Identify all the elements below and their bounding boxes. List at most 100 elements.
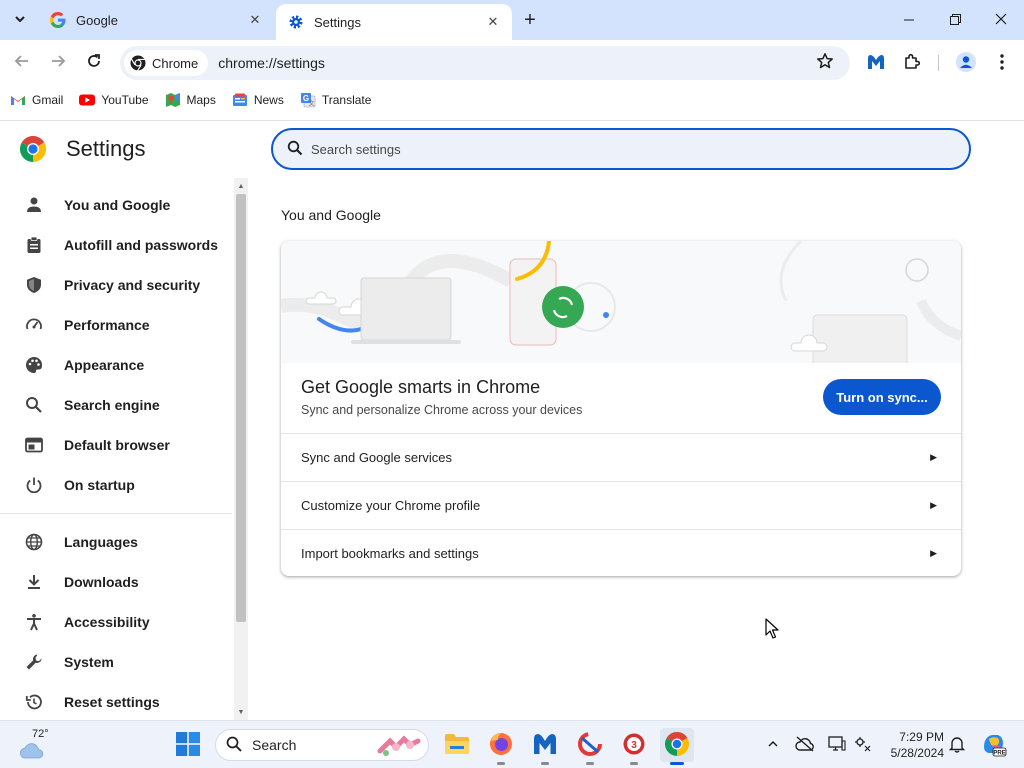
new-tab-button[interactable]: + bbox=[518, 8, 542, 32]
more-vertical-icon bbox=[1000, 53, 1004, 73]
gmail-icon bbox=[10, 92, 26, 108]
svg-text:3: 3 bbox=[631, 740, 637, 751]
ccleaner-taskbar-button[interactable] bbox=[573, 728, 607, 765]
firefox-taskbar-button[interactable] bbox=[484, 728, 518, 765]
scroll-up-arrow-icon[interactable]: ▲ bbox=[234, 179, 248, 193]
sidebar-divider bbox=[0, 513, 232, 514]
profile-button[interactable] bbox=[952, 49, 980, 77]
bookmark-gmail[interactable]: Gmail bbox=[10, 92, 63, 108]
back-button[interactable] bbox=[8, 49, 36, 77]
sidebar-item-system[interactable]: System bbox=[0, 642, 232, 682]
taskbar-search-label: Search bbox=[252, 737, 297, 753]
reset-icon bbox=[24, 692, 44, 712]
search-input[interactable] bbox=[311, 141, 911, 157]
taskbar-search-box[interactable]: Search bbox=[215, 729, 429, 761]
weather-widget[interactable]: 72° bbox=[16, 727, 56, 763]
network-settings-icon[interactable] bbox=[852, 733, 874, 755]
minimize-button[interactable] bbox=[886, 0, 932, 40]
sidebar-item-privacy[interactable]: Privacy and security bbox=[0, 265, 232, 305]
scroll-down-arrow-icon[interactable]: ▼ bbox=[234, 705, 248, 719]
gear-icon bbox=[288, 14, 304, 30]
scrollbar-thumb[interactable] bbox=[236, 194, 246, 622]
tab-settings[interactable]: Settings ✕ bbox=[276, 4, 512, 40]
settings-search-box[interactable] bbox=[271, 128, 971, 170]
sidebar-item-label: On startup bbox=[64, 477, 135, 493]
news-icon bbox=[232, 92, 248, 108]
search-highlight-icon bbox=[376, 733, 422, 762]
malwarebytes-taskbar-button[interactable] bbox=[528, 728, 562, 765]
chevron-up-icon[interactable] bbox=[762, 733, 784, 755]
file-explorer-taskbar-button[interactable] bbox=[440, 728, 474, 762]
running-indicator bbox=[541, 762, 549, 765]
bookmark-maps[interactable]: Maps bbox=[165, 92, 216, 108]
bookmarks-bar: Gmail YouTube Maps News G文 Translate bbox=[0, 86, 1024, 114]
sidebar-item-accessibility[interactable]: Accessibility bbox=[0, 602, 232, 642]
sidebar-item-you-and-google[interactable]: You and Google bbox=[0, 185, 232, 225]
malwarebytes-extension-button[interactable] bbox=[862, 49, 890, 77]
minimize-icon bbox=[904, 12, 914, 28]
maximize-button[interactable] bbox=[932, 0, 978, 40]
svg-text:文: 文 bbox=[308, 100, 314, 108]
reload-button[interactable] bbox=[80, 49, 108, 77]
tab-title: Settings bbox=[314, 14, 361, 30]
sidebar-item-reset-settings[interactable]: Reset settings bbox=[0, 682, 232, 720]
sidebar-item-on-startup[interactable]: On startup bbox=[0, 465, 232, 505]
promo-subtitle: Sync and personalize Chrome across your … bbox=[301, 403, 583, 417]
url-text[interactable]: chrome://settings bbox=[218, 55, 325, 71]
start-button[interactable] bbox=[171, 728, 205, 762]
chrome-icon bbox=[130, 55, 146, 72]
close-icon[interactable]: ✕ bbox=[246, 11, 264, 29]
copilot-icon[interactable]: PRE bbox=[980, 730, 1008, 758]
sidebar-item-search-engine[interactable]: Search engine bbox=[0, 385, 232, 425]
close-icon[interactable]: ✕ bbox=[484, 13, 502, 31]
promo-title: Get Google smarts in Chrome bbox=[301, 377, 541, 397]
bookmark-news[interactable]: News bbox=[232, 92, 284, 108]
import-bookmarks-row[interactable]: Import bookmarks and settings ▶ bbox=[281, 529, 961, 576]
cloud-icon bbox=[18, 741, 46, 762]
app-taskbar-button[interactable]: 3 bbox=[617, 728, 651, 765]
wrench-icon bbox=[24, 652, 44, 672]
sidebar-item-performance[interactable]: Performance bbox=[0, 305, 232, 345]
sidebar-item-label: Downloads bbox=[64, 574, 139, 590]
sidebar-item-label: Languages bbox=[64, 534, 138, 550]
turn-on-sync-button[interactable]: Turn on sync... bbox=[823, 379, 941, 415]
sync-and-google-services-row[interactable]: Sync and Google services ▶ bbox=[281, 433, 961, 481]
close-window-button[interactable] bbox=[978, 0, 1024, 40]
page-title: Settings bbox=[66, 136, 146, 161]
bookmark-translate[interactable]: G文 Translate bbox=[300, 92, 371, 108]
bell-icon[interactable] bbox=[946, 733, 968, 755]
customize-profile-row[interactable]: Customize your Chrome profile ▶ bbox=[281, 481, 961, 529]
bookmark-star-button[interactable] bbox=[814, 52, 836, 74]
display-icon[interactable] bbox=[826, 733, 848, 755]
running-indicator bbox=[497, 762, 505, 765]
system-clock[interactable]: 7:29 PM 5/28/2024 bbox=[884, 729, 944, 761]
sidebar-item-appearance[interactable]: Appearance bbox=[0, 345, 232, 385]
forward-button[interactable] bbox=[44, 49, 72, 77]
sidebar-item-default-browser[interactable]: Default browser bbox=[0, 425, 232, 465]
omnibox[interactable]: Chrome chrome://settings bbox=[120, 46, 850, 80]
translate-icon: G文 bbox=[300, 92, 316, 108]
sidebar-item-languages[interactable]: Languages bbox=[0, 522, 232, 562]
tab-search-button[interactable] bbox=[6, 6, 34, 34]
sidebar-item-downloads[interactable]: Downloads bbox=[0, 562, 232, 602]
triangle-right-icon: ▶ bbox=[930, 500, 937, 510]
firefox-icon bbox=[489, 732, 513, 759]
arrow-right-icon bbox=[50, 53, 66, 74]
tab-google[interactable]: Google ✕ bbox=[38, 0, 274, 40]
bookmark-label: Maps bbox=[186, 93, 216, 107]
site-info-chip[interactable]: Chrome bbox=[124, 50, 209, 76]
chrome-taskbar-button[interactable] bbox=[660, 728, 694, 765]
google-g-icon bbox=[50, 12, 66, 28]
shield-icon bbox=[24, 275, 44, 295]
windows-logo-icon bbox=[176, 731, 200, 759]
sidebar-scrollbar[interactable]: ▲ ▼ bbox=[234, 178, 248, 720]
bookmark-label: News bbox=[253, 93, 284, 107]
extensions-button[interactable] bbox=[898, 49, 926, 77]
bookmark-youtube[interactable]: YouTube bbox=[79, 92, 149, 108]
chrome-menu-button[interactable] bbox=[988, 49, 1016, 77]
sidebar-item-autofill[interactable]: Autofill and passwords bbox=[0, 225, 232, 265]
reload-icon bbox=[86, 53, 102, 74]
search-icon bbox=[287, 140, 305, 158]
cloud-offline-icon[interactable] bbox=[794, 733, 816, 755]
globe-icon bbox=[24, 532, 44, 552]
